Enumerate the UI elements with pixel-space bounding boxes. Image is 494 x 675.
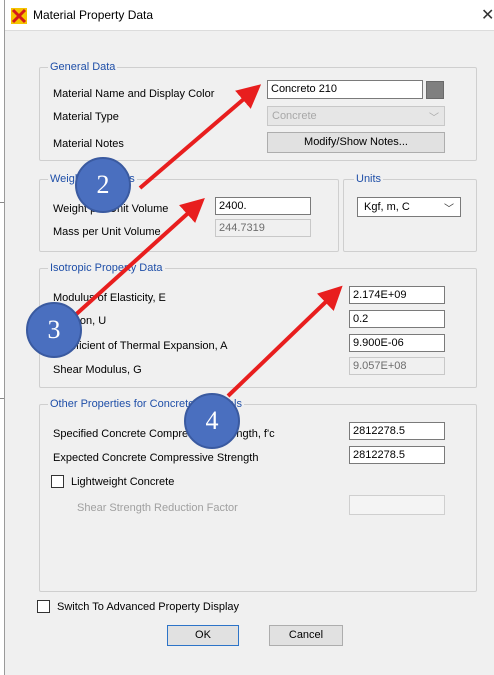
weight-per-volume-field[interactable]: 2400. <box>215 197 311 215</box>
chevron-down-icon: ﹀ <box>444 204 454 215</box>
modify-notes-button[interactable]: Modify/Show Notes... <box>267 132 445 153</box>
lightweight-concrete-checkbox[interactable] <box>51 475 64 488</box>
title-bar: Material Property Data ✕ <box>5 0 494 31</box>
specified-fc-field[interactable]: 2812278.5 <box>349 422 445 440</box>
advanced-display-checkbox[interactable] <box>37 600 50 613</box>
material-name-field[interactable]: Concreto 210 <box>267 80 423 99</box>
material-type-dropdown[interactable]: Concrete ﹀ <box>267 106 445 126</box>
mass-per-volume-label: Mass per Unit Volume <box>53 226 161 238</box>
expected-fc-field[interactable]: 2812278.5 <box>349 446 445 464</box>
ok-button[interactable]: OK <box>167 625 239 646</box>
units-dropdown[interactable]: Kgf, m, C ﹀ <box>357 197 461 217</box>
advanced-display-label: Switch To Advanced Property Display <box>57 601 239 613</box>
poisson-ratio-field[interactable]: 0.2 <box>349 310 445 328</box>
material-name-label: Material Name and Display Color <box>53 88 215 100</box>
modulus-elasticity-label: Modulus of Elasticity, E <box>53 292 166 304</box>
background-line <box>0 202 4 203</box>
window-title: Material Property Data <box>33 8 154 22</box>
material-notes-label: Material Notes <box>53 138 124 150</box>
background-line <box>0 398 4 399</box>
expected-fc-label: Expected Concrete Compressive Strength <box>53 452 259 464</box>
units-title: Units <box>354 173 384 185</box>
isotropic-title: Isotropic Property Data <box>48 262 165 274</box>
shear-reduction-label: Shear Strength Reduction Factor <box>77 502 238 514</box>
specified-fc-label: Specified Concrete Compressive Strength,… <box>53 428 275 440</box>
annotation-marker: 2 <box>75 157 131 213</box>
material-type-label: Material Type <box>53 111 119 123</box>
thermal-expansion-field[interactable]: 9.900E-06 <box>349 334 445 352</box>
general-data-title: General Data <box>48 61 118 73</box>
modulus-elasticity-field[interactable]: 2.174E+09 <box>349 286 445 304</box>
close-icon[interactable]: ✕ <box>481 5 494 25</box>
mass-per-volume-field: 244.7319 <box>215 219 311 237</box>
annotation-marker: 4 <box>184 393 240 449</box>
annotation-marker: 3 <box>26 302 82 358</box>
units-value: Kgf, m, C <box>364 201 410 213</box>
display-color-swatch[interactable] <box>426 81 444 99</box>
app-logo-icon <box>11 8 27 24</box>
shear-reduction-field <box>349 495 445 515</box>
shear-modulus-field: 9.057E+08 <box>349 357 445 375</box>
chevron-down-icon: ﹀ <box>429 113 439 124</box>
lightweight-concrete-label: Lightweight Concrete <box>71 476 175 488</box>
material-type-value: Concrete <box>272 110 317 122</box>
shear-modulus-label: Shear Modulus, G <box>53 364 142 376</box>
cancel-button[interactable]: Cancel <box>269 625 343 646</box>
